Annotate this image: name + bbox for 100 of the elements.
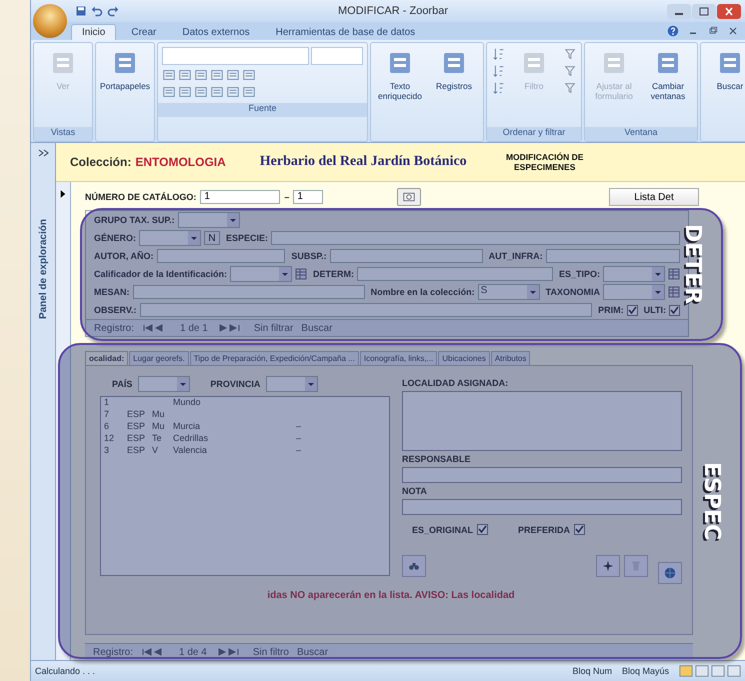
warning-text: idas NO aparecerán en la lista. AVISO: Las localidad [266, 589, 516, 603]
location-list[interactable]: 1 Mundo 7 ESP Mu 6 ESP Mu Murcia – 12 ESP Te Cedrillas – 3 ESP V Valencia – [100, 396, 390, 576]
text-field[interactable] [271, 231, 680, 245]
field-label: DETERM: [313, 269, 354, 279]
view-icon[interactable] [711, 664, 725, 678]
format-icon[interactable] [162, 85, 176, 99]
dropdown-field[interactable] [178, 212, 240, 228]
ribbon-button[interactable]: Buscar [705, 47, 745, 93]
text-field[interactable] [156, 249, 286, 263]
font-name-field[interactable] [162, 47, 309, 65]
tab[interactable]: Ubicaciones [438, 351, 490, 365]
small-button[interactable]: N [204, 231, 220, 245]
search-field[interactable]: Buscar [301, 322, 332, 334]
dropdown-field[interactable] [603, 284, 665, 300]
save-icon[interactable] [75, 5, 87, 17]
format-icon[interactable] [242, 68, 256, 82]
grid-icon[interactable] [668, 286, 680, 298]
ribbon-button[interactable]: Registros [429, 47, 479, 93]
text-field[interactable] [357, 267, 553, 281]
catalog-to-field[interactable]: 1 [293, 190, 324, 204]
format-icon[interactable] [194, 68, 208, 82]
catalog-from-field[interactable]: 1 [200, 190, 280, 204]
add-button[interactable] [596, 555, 620, 577]
dropdown-field[interactable] [603, 266, 665, 282]
text-field[interactable] [140, 303, 592, 317]
field-label: ESPECIE: [226, 233, 268, 243]
checkbox[interactable] [574, 524, 586, 535]
filter-option-icon[interactable] [563, 64, 577, 78]
edit-button[interactable] [402, 555, 426, 577]
office-button[interactable] [33, 4, 67, 38]
help-icon[interactable] [667, 25, 679, 37]
undo-icon[interactable] [91, 5, 103, 17]
list-cell-text: ESP [126, 445, 146, 457]
checkbox[interactable] [669, 304, 680, 316]
view-icon[interactable] [695, 664, 709, 678]
sort-icon[interactable] [491, 81, 505, 95]
dropdown-field[interactable]: S [478, 284, 540, 300]
list-cell-text: Murcia [172, 421, 202, 433]
close-icon[interactable] [717, 4, 741, 18]
minimize-icon[interactable] [667, 4, 691, 18]
ribbon-tab[interactable]: Herramientas de base de datos [264, 24, 426, 40]
format-icon[interactable] [162, 68, 176, 82]
list-cell-text: ESP [126, 409, 146, 421]
navigator-label: Registro: [93, 646, 134, 658]
format-icon[interactable] [210, 68, 224, 82]
format-icon[interactable] [178, 85, 192, 99]
list-button[interactable]: Lista Det [609, 188, 699, 206]
filter-option-icon[interactable] [563, 81, 577, 95]
filter-status[interactable]: Sin filtrar [254, 322, 294, 334]
record-selector[interactable] [56, 182, 71, 660]
format-icon[interactable] [226, 85, 240, 99]
sort-icon[interactable] [491, 64, 505, 78]
checkbox[interactable] [477, 524, 488, 535]
field-label: ULTI: [644, 305, 666, 315]
ribbon-button[interactable]: Texto enriquecido [375, 47, 425, 103]
tab[interactable]: Iconografía, links,... [360, 351, 438, 365]
checkbox[interactable] [626, 304, 638, 316]
dropdown-field[interactable] [138, 376, 190, 392]
ribbon-button[interactable]: Cambiar ventanas [643, 47, 693, 103]
sort-icon[interactable] [491, 47, 505, 61]
format-icon[interactable] [226, 68, 240, 82]
field-label: Calificador de la Identificación: [94, 269, 228, 279]
ribbon-tab[interactable]: Inicio [71, 24, 116, 40]
tab[interactable]: ocalidad: [85, 351, 128, 365]
search-button[interactable] [397, 188, 422, 206]
format-icon[interactable] [210, 85, 224, 99]
tab[interactable]: Lugar georefs. [129, 351, 189, 365]
text-field[interactable] [330, 249, 483, 263]
text-field[interactable] [402, 499, 682, 515]
record-position[interactable]: 1 de 4 [179, 646, 207, 658]
text-field[interactable] [132, 285, 365, 299]
close-icon[interactable] [727, 25, 739, 37]
filter-option-icon[interactable] [563, 47, 577, 61]
ribbon-button[interactable]: Portapapeles [100, 47, 150, 93]
maximize-icon[interactable] [692, 4, 716, 18]
view-icon[interactable] [679, 664, 693, 678]
search-field[interactable]: Buscar [296, 646, 328, 658]
record-position[interactable]: 1 de 1 [180, 322, 208, 334]
text-field[interactable] [546, 249, 680, 263]
format-icon[interactable] [194, 85, 208, 99]
format-icon[interactable] [178, 68, 192, 82]
ribbon-tab[interactable]: Datos externos [171, 24, 261, 40]
redo-icon[interactable] [107, 5, 119, 17]
grid-icon[interactable] [295, 268, 308, 280]
ribbon-tab[interactable]: Crear [120, 24, 168, 40]
dropdown-field[interactable] [230, 266, 292, 282]
globe-button[interactable] [658, 562, 682, 584]
format-icon[interactable] [242, 85, 256, 99]
dropdown-field[interactable] [139, 230, 202, 246]
tab[interactable]: Tipo de Preparación, Expedición/Campaña ... [190, 351, 359, 365]
field-label: GRUPO TAX. SUP.: [94, 215, 175, 225]
text-area[interactable] [402, 391, 682, 451]
text-field[interactable] [402, 467, 682, 483]
filter-status[interactable]: Sin filtro [252, 646, 289, 658]
grid-icon[interactable] [668, 268, 680, 280]
navigation-pane-title[interactable]: Panel de exploración [38, 219, 48, 320]
view-icon[interactable] [727, 664, 741, 678]
tab[interactable]: Atributos [490, 351, 530, 365]
font-size-field[interactable] [311, 47, 363, 65]
dropdown-field[interactable] [266, 376, 318, 392]
